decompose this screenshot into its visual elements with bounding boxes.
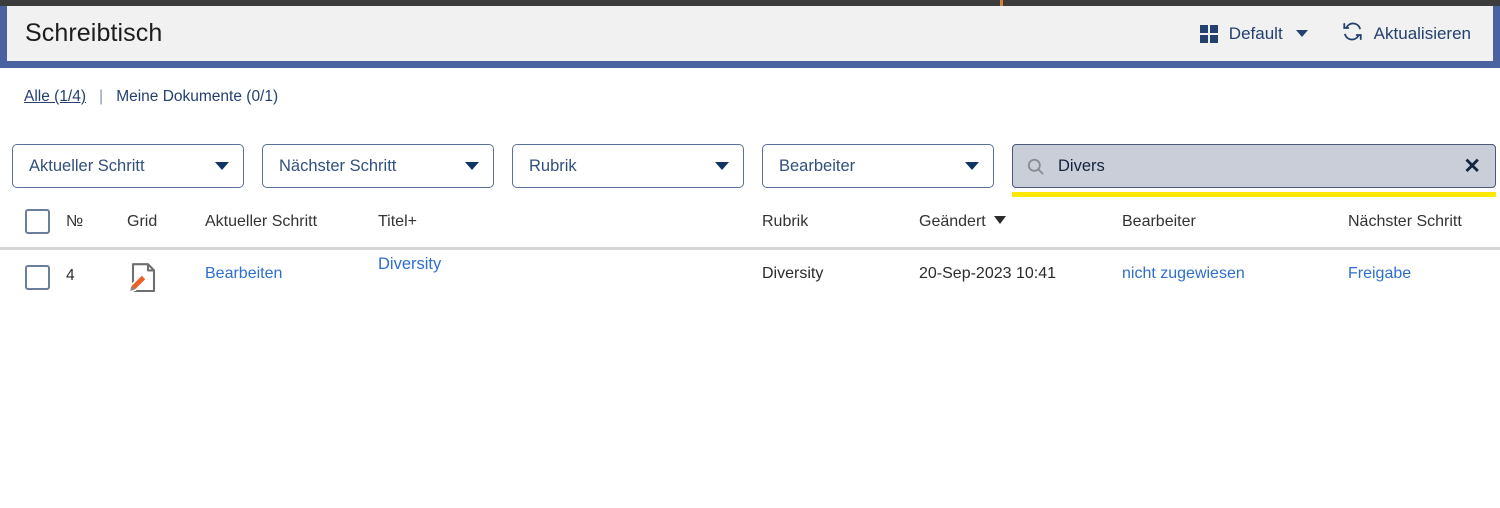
column-header-next-step[interactable]: Nächster Schritt [1348, 213, 1462, 231]
view-default-button[interactable]: Default [1199, 23, 1308, 44]
column-header-grid[interactable]: Grid [127, 213, 157, 231]
chevron-down-icon [465, 162, 479, 170]
tab-separator: | [99, 88, 104, 105]
grid-icon [1199, 24, 1218, 43]
documents-table: № Grid Aktueller Schritt Titel+ Rubrik G… [0, 206, 1500, 308]
refresh-icon [1342, 21, 1363, 47]
filter-tabs: Alle (1/4) | Meine Dokumente (0/1) [24, 88, 278, 106]
row-checkbox-cell [25, 265, 50, 290]
cell-next-step[interactable]: Freigabe [1348, 265, 1411, 283]
search-icon [1026, 157, 1045, 176]
filter-naechster-schritt[interactable]: Nächster Schritt [262, 144, 494, 188]
search-input[interactable]: Divers ✕ [1012, 144, 1496, 188]
chevron-down-icon [215, 162, 229, 170]
column-header-no[interactable]: № [66, 213, 83, 231]
search-value: Divers [1058, 156, 1105, 175]
column-header-changed-label: Geändert [919, 213, 986, 230]
clear-search-icon[interactable]: ✕ [1463, 156, 1481, 177]
cell-bearbeiter[interactable]: nicht zugewiesen [1122, 265, 1245, 283]
filter-bearbeiter[interactable]: Bearbeiter [762, 144, 994, 188]
search-wrapper: Divers ✕ [1012, 144, 1496, 197]
row-checkbox[interactable] [25, 265, 50, 290]
select-all-checkbox[interactable] [25, 209, 50, 234]
tab-meine-dokumente[interactable]: Meine Dokumente (0/1) [116, 88, 278, 106]
document-edit-icon [127, 261, 159, 300]
cell-title[interactable]: Diversity [378, 255, 441, 274]
select-all-checkbox-cell [25, 209, 50, 234]
view-default-label: Default [1228, 23, 1283, 43]
column-header-rubrik[interactable]: Rubrik [762, 213, 808, 231]
cell-changed: 20-Sep-2023 10:41 [919, 265, 1056, 282]
column-header-current-step[interactable]: Aktueller Schritt [205, 213, 317, 231]
refresh-label: Aktualisieren [1373, 23, 1471, 43]
column-header-changed[interactable]: Geändert [919, 213, 1006, 231]
tab-alle[interactable]: Alle (1/4) [24, 88, 86, 106]
table-row[interactable]: 4 Bearbeiten Diversity Diversity 20-Sep-… [0, 250, 1500, 308]
page-header: Schreibtisch Default Aktualisieren [0, 6, 1500, 68]
refresh-button[interactable]: Aktualisieren [1342, 21, 1471, 47]
cell-rubrik: Diversity [762, 265, 824, 282]
chevron-down-icon [715, 162, 729, 170]
column-header-title[interactable]: Titel+ [378, 213, 417, 231]
cell-no: 4 [66, 267, 75, 284]
column-header-bearbeiter[interactable]: Bearbeiter [1122, 213, 1196, 231]
table-header-row: № Grid Aktueller Schritt Titel+ Rubrik G… [0, 206, 1500, 250]
filter-aktueller-schritt[interactable]: Aktueller Schritt [12, 144, 244, 188]
chevron-down-icon [993, 216, 1006, 224]
filter-aktueller-schritt-label: Aktueller Schritt [29, 156, 145, 175]
search-highlight-bar [1012, 192, 1496, 197]
filter-bearbeiter-label: Bearbeiter [779, 156, 856, 175]
page-title: Schreibtisch [25, 19, 163, 47]
chevron-down-icon [1295, 30, 1308, 37]
filter-rubrik[interactable]: Rubrik [512, 144, 744, 188]
filter-rubrik-label: Rubrik [529, 156, 577, 175]
filter-bar: Aktueller Schritt Nächster Schritt Rubri… [12, 144, 1496, 197]
header-actions: Default Aktualisieren [1199, 21, 1471, 47]
cell-grid[interactable] [127, 261, 159, 300]
chevron-down-icon [965, 162, 979, 170]
cell-current-step[interactable]: Bearbeiten [205, 265, 282, 283]
filter-naechster-schritt-label: Nächster Schritt [279, 156, 397, 175]
